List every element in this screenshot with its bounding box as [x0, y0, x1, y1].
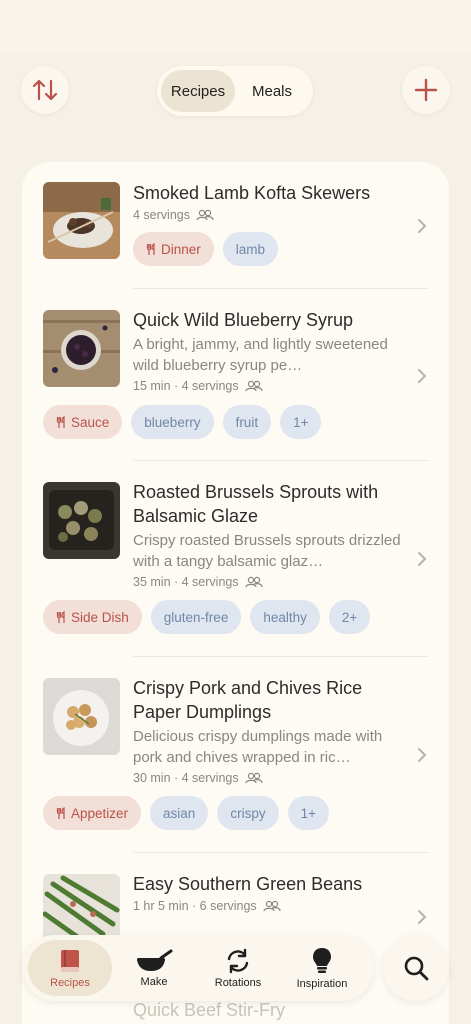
servings-icon — [245, 380, 263, 392]
lightbulb-icon — [313, 947, 331, 973]
recipe-tags: Dinner lamb — [133, 232, 279, 266]
recipe-title: Easy Southern Green Beans — [133, 874, 363, 894]
status-bar — [0, 0, 471, 52]
tab-label: Recipes — [50, 976, 90, 989]
search-button[interactable] — [383, 935, 449, 1001]
tab-rotations[interactable]: Rotations — [196, 940, 280, 996]
more-tags-count[interactable]: 1+ — [287, 796, 329, 830]
recipe-meta: 15 min · 4 servings — [133, 379, 263, 393]
recipe-meta-text: 15 min · 4 servings — [133, 379, 239, 393]
rotate-icon — [227, 948, 249, 973]
servings-icon — [245, 772, 263, 784]
tab-label: Make — [140, 975, 168, 988]
tag[interactable]: healthy — [250, 600, 320, 634]
segment-recipes[interactable]: Recipes — [161, 70, 235, 112]
chevron-right-icon — [418, 369, 427, 383]
recipe-meta: 35 min · 4 servings — [133, 575, 263, 589]
utensils-icon — [146, 242, 155, 255]
segment-meals[interactable]: Meals — [235, 70, 309, 112]
tag[interactable]: blueberry — [131, 405, 214, 439]
recipe-thumbnail — [43, 182, 120, 259]
divider — [133, 288, 428, 289]
chevron-right-icon — [418, 910, 427, 924]
recipe-title-peek: Quick Beef Stir-Fry — [133, 1000, 286, 1020]
recipe-tags: Appetizer asian crispy 1+ — [43, 796, 329, 830]
chevron-right-icon — [418, 552, 427, 566]
category-tag[interactable]: Side Dish — [43, 600, 142, 634]
recipe-meta-text: 4 servings — [133, 208, 190, 222]
recipes-meals-toggle: Recipes Meals — [157, 66, 313, 116]
tag[interactable]: asian — [150, 796, 209, 830]
tab-inspiration[interactable]: Inspiration — [280, 940, 364, 996]
utensils-icon — [56, 610, 65, 623]
more-tags-count[interactable]: 2+ — [328, 600, 371, 634]
recipe-title: Quick Wild Blueberry Syrup — [133, 310, 354, 330]
tag[interactable]: crispy — [217, 796, 279, 830]
servings-icon — [245, 576, 263, 588]
tab-label: Rotations — [214, 976, 262, 989]
recipe-meta-text: 30 min · 4 servings — [133, 771, 239, 785]
tab-make[interactable]: Make — [112, 940, 196, 996]
category-tag-label: Dinner — [161, 241, 201, 257]
add-recipe-button[interactable] — [402, 66, 450, 114]
search-icon — [404, 956, 429, 981]
divider — [133, 852, 428, 853]
utensils-icon — [56, 415, 65, 428]
tag[interactable]: gluten-free — [150, 600, 242, 634]
recipe-meta: 30 min · 4 servings — [133, 771, 263, 785]
plus-icon — [414, 78, 438, 102]
recipe-thumbnail — [43, 482, 120, 559]
recipe-title: Smoked Lamb Kofta Skewers — [133, 183, 371, 203]
utensils-icon — [56, 806, 65, 819]
recipe-title: Roasted Brussels Sprouts with Balsamic G… — [133, 482, 379, 526]
tab-recipes[interactable]: Recipes — [28, 940, 112, 996]
category-tag-label: Appetizer — [71, 805, 129, 821]
sort-arrows-icon — [32, 79, 58, 101]
recipe-meta: 4 servings — [133, 208, 214, 222]
bottom-tab-bar: Recipes Make Rotations Inspiration — [22, 935, 374, 1001]
recipe-thumbnail — [43, 678, 120, 755]
chevron-right-icon — [418, 219, 427, 233]
recipe-thumbnail — [43, 310, 120, 387]
more-tags-count[interactable]: 1+ — [280, 405, 322, 439]
recipe-title: Crispy Pork and Chives Rice Paper Dumpli… — [133, 678, 363, 722]
tab-label: Inspiration — [296, 977, 348, 990]
recipe-tags: Sauce blueberry fruit 1+ — [43, 405, 322, 439]
divider — [133, 656, 428, 657]
tag[interactable]: fruit — [222, 405, 272, 439]
category-tag[interactable]: Appetizer — [43, 796, 142, 830]
book-icon — [61, 949, 79, 972]
tag[interactable]: lamb — [222, 232, 279, 266]
recipe-description: A bright, jammy, and lightly sweetened w… — [133, 336, 388, 374]
divider — [133, 460, 428, 461]
recipe-description: Crispy roasted Brussels sprouts drizzled… — [133, 532, 401, 570]
wok-icon — [137, 949, 173, 971]
recipe-meta-text: 1 hr 5 min · 6 servings — [133, 899, 257, 913]
category-tag-label: Side Dish — [71, 609, 129, 625]
recipe-description: Delicious crispy dumplings made with por… — [133, 728, 383, 766]
servings-icon — [196, 209, 214, 221]
recipe-tags: Side Dish gluten-free healthy 2+ — [43, 600, 371, 634]
recipe-meta-text: 35 min · 4 servings — [133, 575, 239, 589]
sort-button[interactable] — [21, 66, 69, 114]
category-tag[interactable]: Sauce — [43, 405, 123, 439]
category-tag-label: Sauce — [71, 414, 110, 430]
recipe-meta: 1 hr 5 min · 6 servings — [133, 899, 281, 913]
category-tag[interactable]: Dinner — [133, 232, 214, 266]
chevron-right-icon — [418, 748, 427, 762]
servings-icon — [263, 900, 281, 912]
recipe-list: Smoked Lamb Kofta Skewers 4 servings Din… — [22, 162, 449, 1024]
